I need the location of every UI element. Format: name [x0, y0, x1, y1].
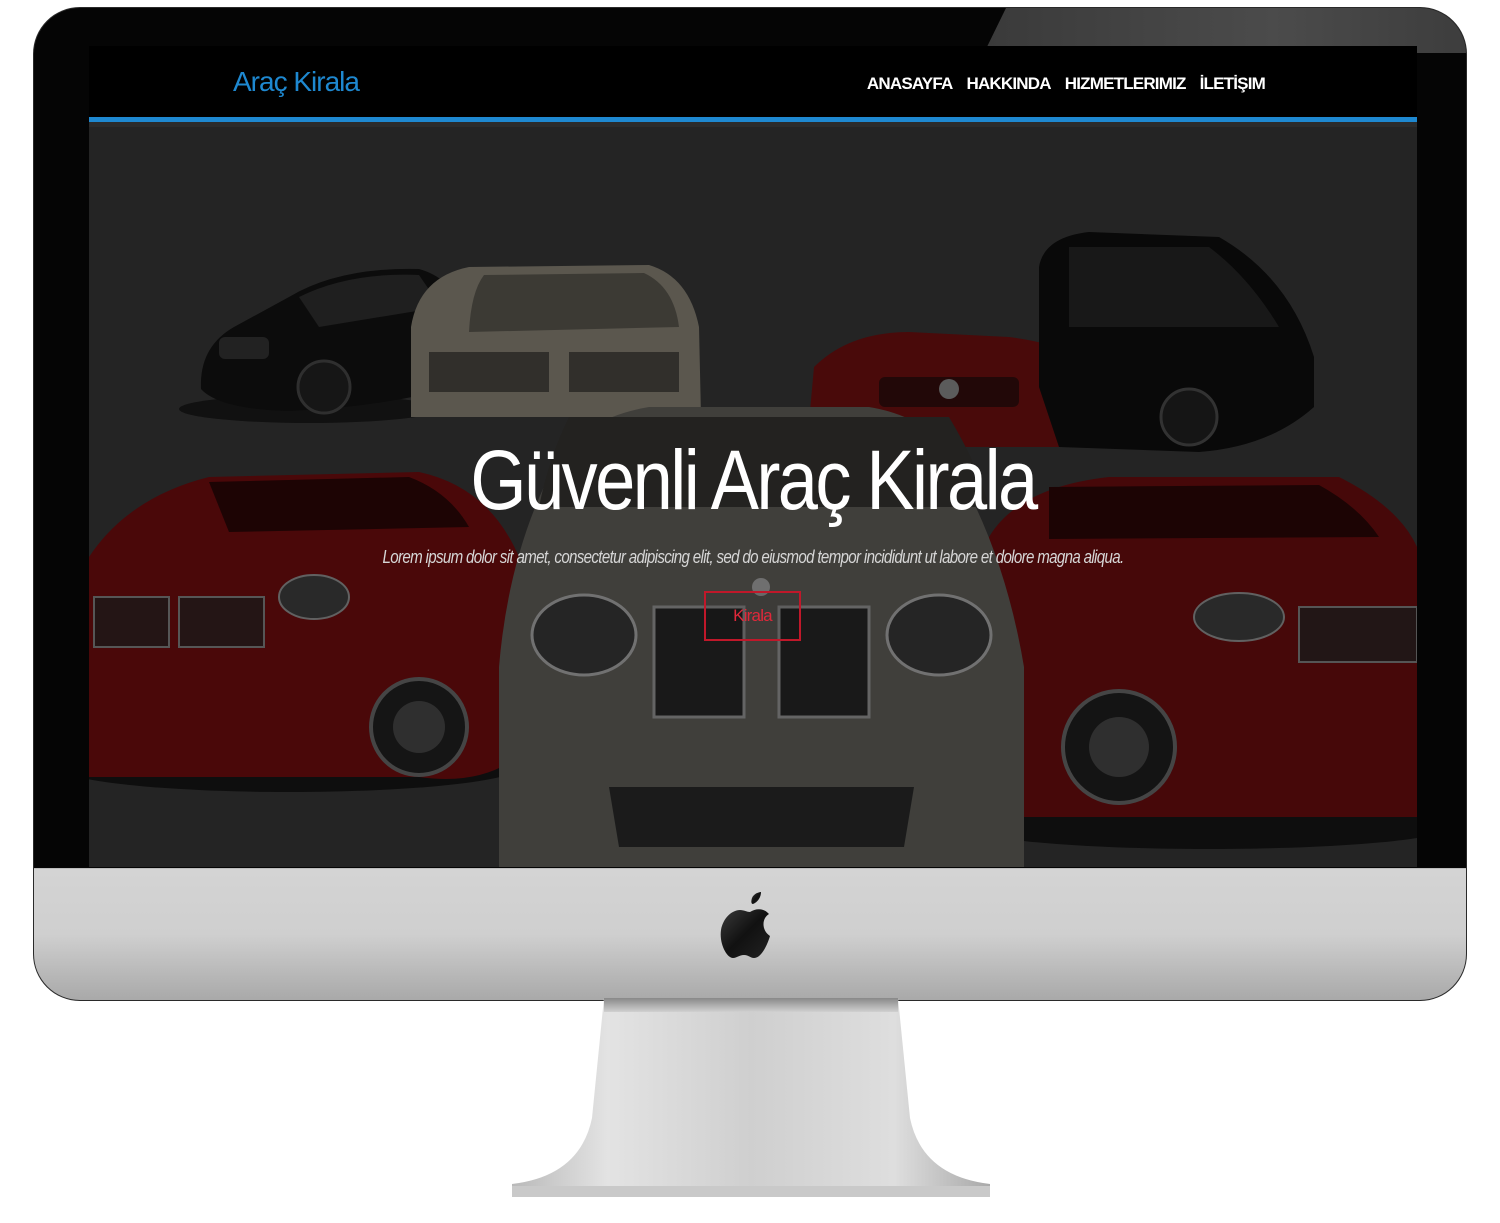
brand-logo[interactable]: Araç Kirala [233, 66, 360, 98]
monitor-stand [512, 998, 990, 1197]
apple-logo-icon [720, 892, 770, 958]
screen: Araç Kirala ANASAYFA HAKKINDA HIZMETLERI… [89, 46, 1417, 867]
nav-anasayfa[interactable]: ANASAYFA [867, 74, 953, 94]
nav-iletisim[interactable]: İLETİŞIM [1200, 74, 1266, 94]
kirala-button[interactable]: Kirala [704, 591, 801, 641]
site-header: Araç Kirala ANASAYFA HAKKINDA HIZMETLERI… [89, 46, 1417, 122]
hero-subtitle: Lorem ipsum dolor sit amet, consectetur … [382, 547, 1124, 567]
hero-section: Güvenli Araç Kirala Lorem ipsum dolor si… [89, 127, 1417, 867]
nav-hakkinda[interactable]: HAKKINDA [966, 74, 1051, 94]
hero-title: Güvenli Araç Kirala [470, 433, 1038, 527]
main-nav: ANASAYFA HAKKINDA HIZMETLERIMIZ İLETİŞIM [867, 74, 1266, 94]
nav-hizmetlerimiz[interactable]: HIZMETLERIMIZ [1065, 74, 1187, 94]
